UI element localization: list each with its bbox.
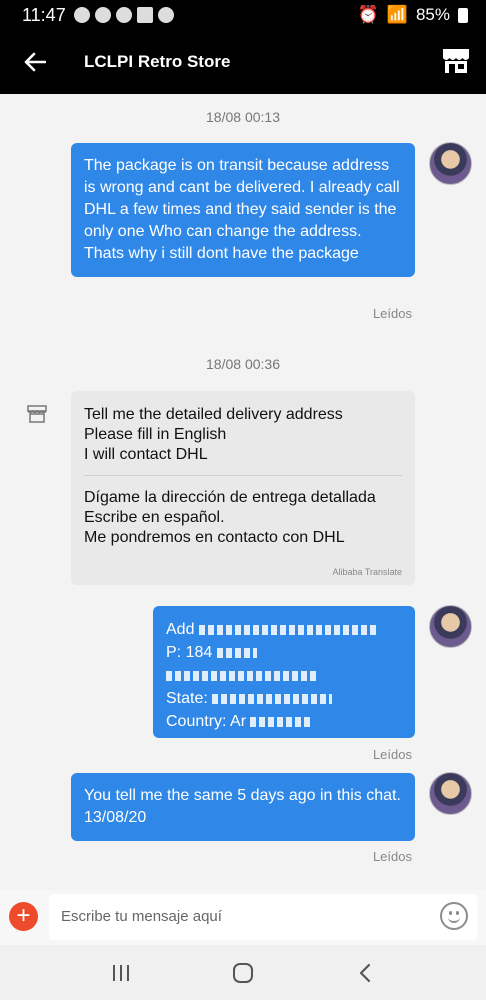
message-placeholder: Escribe tu mensaje aquí xyxy=(61,908,222,925)
read-receipt: Leídos xyxy=(372,747,412,762)
facebook-icon xyxy=(94,7,111,23)
user-avatar[interactable] xyxy=(429,605,472,648)
message-composer: + Escribe tu mensaje aquí xyxy=(0,890,486,945)
message-line: Please fill in English xyxy=(84,426,227,443)
system-navigation-bar xyxy=(0,945,486,1000)
home-icon[interactable] xyxy=(223,953,263,993)
alarm-icon: ⏰ xyxy=(357,5,379,24)
status-time: 11:47 xyxy=(22,4,66,25)
address-line: Add xyxy=(166,618,402,641)
timestamp: 18/08 00:13 xyxy=(206,109,280,125)
state-line: State: xyxy=(166,687,402,710)
translation-credit: Alibaba Translate xyxy=(332,567,402,577)
app-header: LCLPI Retro Store xyxy=(0,30,486,94)
wifi-icon: 📶 xyxy=(386,5,408,24)
message-input[interactable]: Escribe tu mensaje aquí xyxy=(49,894,477,940)
read-receipt: Leídos xyxy=(372,306,412,321)
seller-store-icon xyxy=(27,405,47,423)
translated-line: Escribe en español. xyxy=(84,509,225,526)
store-icon[interactable] xyxy=(440,44,472,76)
translation-divider xyxy=(84,475,402,476)
gallery-icon xyxy=(136,7,153,23)
battery-percent: 85% xyxy=(415,5,450,24)
country-line: Country: Ar xyxy=(166,710,402,733)
emoji-icon[interactable] xyxy=(440,902,468,930)
store-title: LCLPI Retro Store xyxy=(84,52,231,71)
system-status: ⏰ 📶 85% xyxy=(358,5,468,25)
messenger-icon xyxy=(157,7,174,23)
usb-icon xyxy=(115,7,132,23)
recent-apps-icon[interactable] xyxy=(101,953,141,993)
read-receipt: Leídos xyxy=(372,849,412,864)
add-attachment-button[interactable]: + xyxy=(9,902,38,931)
timestamp: 18/08 00:36 xyxy=(206,356,280,372)
postal-line: P: 184 xyxy=(166,641,402,664)
translated-line: Me pondremos en contacto con DHL xyxy=(84,529,345,546)
status-bar: 11:47 ⏰ 📶 85% xyxy=(0,0,486,30)
back-icon[interactable] xyxy=(345,953,385,993)
user-avatar[interactable] xyxy=(429,772,472,815)
incoming-message[interactable]: Tell me the detailed delivery address Pl… xyxy=(71,391,415,585)
notification-icons xyxy=(73,7,174,23)
whatsapp-icon xyxy=(73,7,90,23)
outgoing-message[interactable]: The package is on transit because addres… xyxy=(71,143,415,277)
back-arrow-icon[interactable] xyxy=(0,30,70,94)
outgoing-address-message[interactable]: Add P: 184 State: Country: Ar xyxy=(153,606,415,738)
message-line: Tell me the detailed delivery address xyxy=(84,406,343,423)
message-text: The package is on transit because addres… xyxy=(84,157,400,262)
message-text: You tell me the same 5 days ago in this … xyxy=(84,787,401,826)
translated-line: Dígame la dirección de entrega detallada xyxy=(84,489,376,506)
chat-area[interactable]: 18/08 00:13 The package is on transit be… xyxy=(0,94,486,890)
outgoing-message[interactable]: You tell me the same 5 days ago in this … xyxy=(71,773,415,841)
battery-icon xyxy=(458,7,468,23)
message-line: I will contact DHL xyxy=(84,446,208,463)
redacted-line xyxy=(166,664,402,687)
user-avatar[interactable] xyxy=(429,142,472,185)
